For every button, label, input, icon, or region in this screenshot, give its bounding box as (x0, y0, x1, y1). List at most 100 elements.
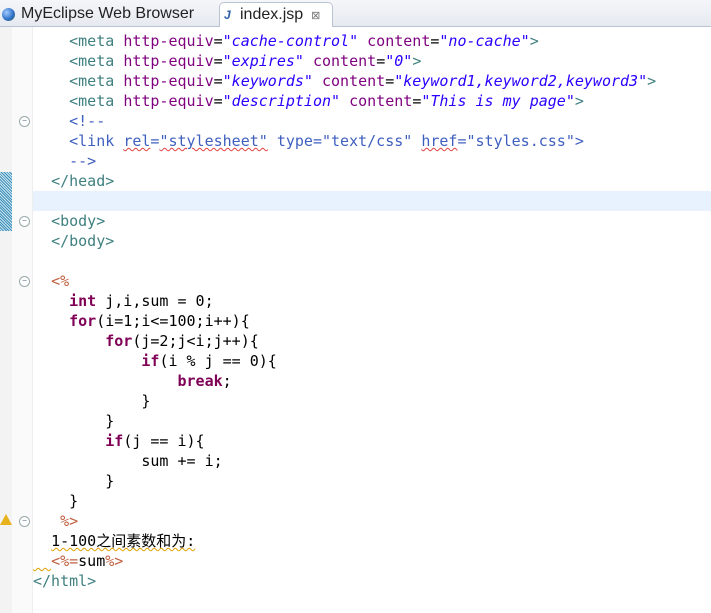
code-token: --> (69, 152, 97, 170)
fold-collapse-icon[interactable]: − (19, 116, 30, 127)
code-token: (j == i){ (123, 432, 205, 450)
code-token: } (33, 392, 151, 410)
code-token: > (412, 52, 422, 70)
code-token: } (33, 492, 79, 510)
code-token: > (529, 32, 539, 50)
code-token: "keywords" (222, 72, 313, 90)
overview-ruler (0, 27, 12, 613)
code-line[interactable]: </html> (33, 571, 656, 591)
code-token: ; (222, 372, 232, 390)
code-token: http-equiv (123, 72, 214, 90)
code-line[interactable]: </head> (33, 171, 656, 191)
jsp-file-icon: J (224, 7, 231, 22)
fold-collapse-icon[interactable]: − (19, 216, 30, 227)
code-token: = (213, 52, 223, 70)
code-line[interactable]: break; (33, 371, 656, 391)
code-line[interactable]: <meta http-equiv="cache-control" content… (33, 31, 656, 51)
code-line[interactable]: <meta http-equiv="expires" content="0"> (33, 51, 656, 71)
code-line[interactable]: %> (33, 511, 656, 531)
code-line[interactable]: for(j=2;j<i;j++){ (33, 331, 656, 351)
code-token: <meta (69, 32, 115, 50)
code-token: http-equiv (123, 32, 214, 50)
code-token: sum += i; (33, 452, 223, 470)
code-line[interactable]: sum += i; (33, 451, 656, 471)
code-line[interactable]: for(i=1;i<=100;i++){ (33, 311, 656, 331)
code-editor[interactable]: <meta http-equiv="cache-control" content… (33, 31, 656, 591)
code-token: "description" (222, 92, 341, 110)
code-token: if (105, 432, 124, 450)
code-line[interactable]: if(j == i){ (33, 431, 656, 451)
code-token: content (349, 92, 413, 110)
code-token: > (574, 92, 584, 110)
code-token: type="text/css" (267, 132, 422, 150)
code-line[interactable]: <meta http-equiv="keywords" content="key… (33, 71, 656, 91)
warning-icon[interactable] (0, 514, 12, 525)
code-token: = (213, 32, 223, 50)
code-line[interactable]: if(i % j == 0){ (33, 351, 656, 371)
code-line[interactable]: </body> (33, 231, 656, 251)
code-line[interactable]: int j,i,sum = 0; (33, 291, 656, 311)
code-line[interactable]: <!-- (33, 111, 656, 131)
code-line[interactable]: <% (33, 271, 656, 291)
tab-web-browser[interactable]: MyEclipse Web Browser (2, 2, 194, 26)
code-token: "This is my page" (421, 92, 575, 110)
code-token: <body> (51, 212, 106, 230)
code-token: "stylesheet" (159, 132, 268, 150)
code-token: <meta (69, 92, 115, 110)
code-line[interactable]: <meta http-equiv="description" content="… (33, 91, 656, 111)
code-line[interactable]: } (33, 471, 656, 491)
code-line[interactable] (33, 251, 656, 271)
code-line[interactable]: } (33, 391, 656, 411)
code-token: } (33, 412, 115, 430)
globe-icon (2, 7, 15, 21)
code-token: = (412, 92, 422, 110)
code-token: (i=1;i<=100;i++){ (96, 312, 250, 330)
code-token: <% (51, 272, 70, 290)
code-token: <meta (69, 52, 115, 70)
close-tab-icon[interactable]: ⊠ (311, 9, 320, 22)
code-token: http-equiv (123, 52, 214, 70)
code-line[interactable]: --> (33, 151, 656, 171)
tab-index-jsp[interactable]: J index.jsp ⊠ (219, 2, 334, 27)
code-token: content (367, 32, 431, 50)
code-token: int (69, 292, 97, 310)
code-line[interactable]: <%=sum%> (33, 551, 656, 571)
code-line[interactable]: } (33, 411, 656, 431)
code-token: > (647, 72, 657, 90)
code-line[interactable]: 1-100之间素数和为: (33, 531, 656, 551)
code-line[interactable]: } (33, 491, 656, 511)
fold-collapse-icon[interactable]: − (19, 516, 30, 527)
code-token: href (421, 132, 458, 150)
code-token: "keyword1,keyword2,keyword3" (394, 72, 648, 90)
code-line[interactable]: <link rel="stylesheet" type="text/css" h… (33, 131, 656, 151)
fold-collapse-icon[interactable]: − (19, 276, 30, 287)
code-token: <!-- (69, 112, 106, 130)
change-marker (0, 172, 12, 231)
tab-label: MyEclipse Web Browser (21, 5, 195, 22)
code-token: ="styles.css"> (457, 132, 584, 150)
code-token: = (213, 72, 223, 90)
code-line[interactable] (33, 191, 656, 211)
code-line[interactable]: <body> (33, 211, 656, 231)
code-token: content (312, 52, 377, 70)
code-token: = (213, 92, 223, 110)
code-token: "no-cache" (439, 32, 530, 50)
